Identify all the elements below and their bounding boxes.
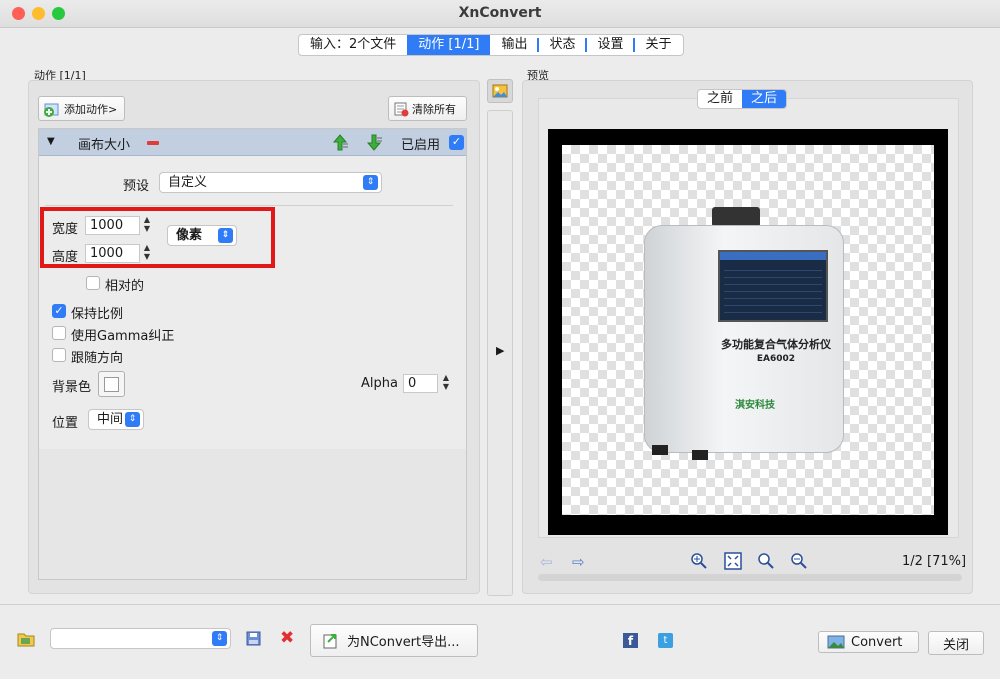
device-foot: [692, 450, 708, 460]
tab-settings[interactable]: 设置: [587, 35, 635, 55]
device-brand: 淇安科技: [735, 400, 775, 411]
tab-input[interactable]: 输入：2个文件: [299, 35, 407, 55]
save-icon[interactable]: [246, 631, 261, 646]
select-arrows-icon: ⇕: [125, 412, 140, 427]
zoom-out-icon[interactable]: [790, 552, 808, 570]
device-body: 多功能复合气体分析仪 EA6002 淇安科技: [644, 225, 844, 453]
convert-label: Convert: [851, 634, 903, 650]
preset-label: 预设: [123, 179, 150, 194]
keep-ratio-label: 保持比例: [71, 307, 124, 322]
position-value: 中间: [97, 412, 124, 427]
export-label: 为NConvert导出...: [347, 635, 460, 650]
device-model: EA6002: [756, 354, 796, 364]
main-tabs: 输入：2个文件 动作 [1/1] 输出 状态 设置 关于: [298, 34, 684, 56]
export-icon: [323, 633, 337, 648]
preset-select[interactable]: 自定义 ⇕: [159, 172, 382, 193]
twitter-icon[interactable]: t: [658, 633, 673, 648]
action-header[interactable]: ▼ 画布大小 已启用 ✓: [39, 129, 466, 156]
before-after-toggle: 之前 之后: [697, 89, 788, 109]
convert-icon: [827, 635, 845, 649]
alpha-label: Alpha: [361, 376, 398, 391]
image-icon: [492, 84, 508, 98]
gamma-checkbox[interactable]: [52, 326, 66, 340]
position-label: 位置: [52, 416, 79, 431]
zoom-in-icon[interactable]: [690, 552, 708, 570]
tab-status[interactable]: 状态: [539, 35, 587, 55]
highlight-box: [40, 207, 275, 268]
preset-combo[interactable]: ⇕: [50, 628, 231, 649]
expand-arrow-icon[interactable]: ▶: [496, 344, 504, 357]
remove-action-icon[interactable]: [147, 141, 159, 145]
previous-arrow-icon[interactable]: ⇦: [540, 553, 553, 571]
preset-value: 自定义: [168, 175, 208, 190]
delete-icon[interactable]: ✖: [280, 628, 294, 648]
splitter-bar[interactable]: ▶: [487, 110, 513, 596]
tab-output[interactable]: 输出: [490, 35, 539, 55]
enabled-label: 已启用: [401, 138, 441, 153]
relative-label: 相对的: [105, 279, 145, 294]
after-button[interactable]: 之后: [742, 90, 787, 108]
orientation-label: 跟随方向: [71, 351, 124, 366]
action-name: 画布大小: [78, 138, 131, 153]
device-foot: [652, 445, 668, 455]
move-down-icon[interactable]: [365, 134, 383, 151]
app-window: XnConvert 输入：2个文件 动作 [1/1] 输出 状态 设置 关于 动…: [0, 0, 1000, 679]
orientation-checkbox[interactable]: [52, 348, 66, 362]
select-arrows-icon: ⇕: [363, 175, 378, 190]
page-info: 1/2 [71%]: [902, 554, 967, 569]
background-color-label: 背景色: [52, 380, 92, 395]
divider: [45, 205, 453, 206]
action-list: ▼ 画布大小 已启用 ✓ 预设 自定义 ⇕ 宽度 1000 ▲ ▼ 高度 1000…: [38, 128, 467, 580]
tab-actions[interactable]: 动作 [1/1]: [407, 35, 491, 55]
close-button[interactable]: 关闭: [928, 631, 984, 655]
device-handle: [712, 207, 760, 227]
alpha-stepper[interactable]: ▲ ▼: [440, 373, 452, 393]
list-empty-area: [39, 449, 466, 579]
add-action-button[interactable]: 添加动作>: [38, 96, 125, 121]
position-select[interactable]: 中间 ⇕: [88, 409, 144, 430]
fit-screen-icon[interactable]: [724, 552, 742, 570]
horizontal-scrollbar[interactable]: [538, 574, 962, 581]
add-action-icon: [44, 103, 59, 117]
clear-all-label: 清除所有: [412, 102, 456, 116]
relative-checkbox[interactable]: [86, 276, 100, 290]
before-button[interactable]: 之前: [698, 90, 742, 108]
enabled-checkbox[interactable]: ✓: [449, 135, 464, 150]
preview-image: 多功能复合气体分析仪 EA6002 淇安科技: [562, 145, 934, 515]
facebook-icon[interactable]: f: [623, 633, 638, 648]
title-bar: XnConvert: [0, 0, 1000, 28]
add-action-label: 添加动作>: [64, 102, 118, 116]
tab-about[interactable]: 关于: [635, 35, 683, 55]
close-label: 关闭: [942, 637, 969, 653]
device-title: 多功能复合气体分析仪: [721, 338, 831, 351]
collapse-triangle-icon[interactable]: ▼: [47, 136, 55, 147]
convert-button[interactable]: Convert: [818, 631, 919, 653]
move-up-icon[interactable]: [331, 134, 349, 151]
background-color-swatch[interactable]: [98, 371, 125, 397]
select-arrows-icon: ⇕: [212, 631, 227, 646]
next-arrow-icon[interactable]: ⇨: [572, 553, 585, 571]
alpha-input[interactable]: 0: [403, 374, 438, 393]
bottom-divider: [0, 604, 1000, 605]
zoom-actual-icon[interactable]: [757, 552, 775, 570]
keep-ratio-checkbox[interactable]: ✓: [52, 304, 66, 318]
device-screen: [718, 250, 828, 322]
open-folder-icon[interactable]: [17, 631, 35, 647]
clear-all-button[interactable]: 清除所有: [388, 96, 467, 121]
gamma-label: 使用Gamma纠正: [71, 329, 175, 344]
clear-icon: [394, 102, 409, 116]
export-nconvert-button[interactable]: 为NConvert导出...: [310, 624, 478, 657]
window-title: XnConvert: [458, 5, 542, 21]
preview-toggle-button[interactable]: [487, 79, 513, 103]
